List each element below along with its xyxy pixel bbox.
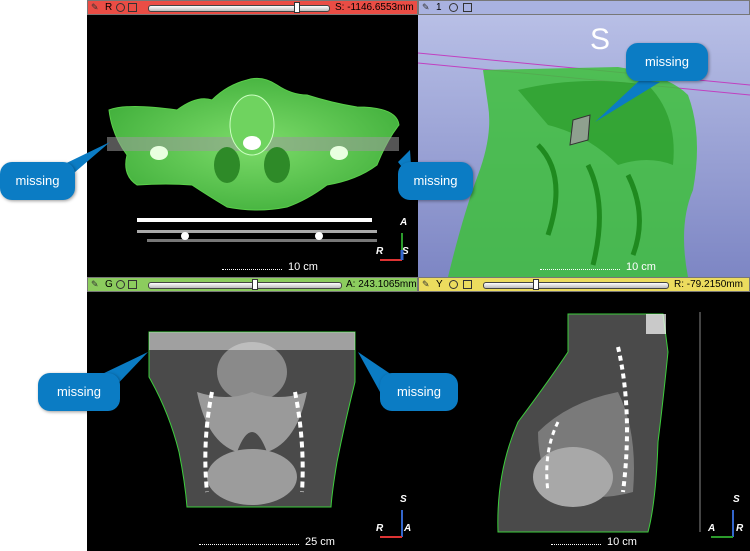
missing-callout-5: missing xyxy=(380,373,458,411)
missing-callout-4: missing xyxy=(38,373,120,411)
missing-callout-3: missing xyxy=(626,43,708,81)
callout-pointers xyxy=(52,80,660,392)
missing-callout-1: missing xyxy=(0,162,75,200)
missing-callout-2: missing xyxy=(398,162,473,200)
